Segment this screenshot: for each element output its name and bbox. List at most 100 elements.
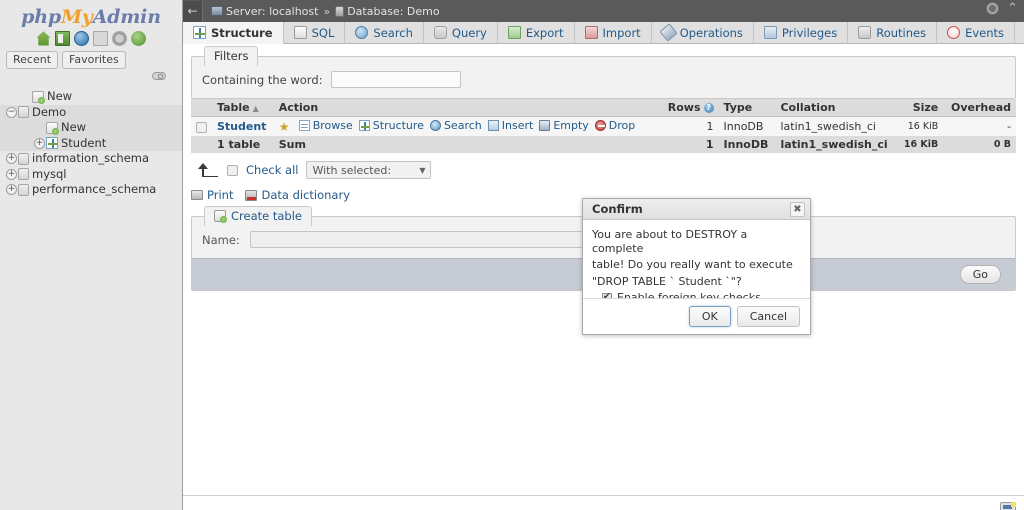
refresh-icon[interactable] — [131, 31, 146, 46]
collapse-icon[interactable]: − — [6, 106, 17, 118]
print-link[interactable]: Print — [191, 188, 233, 202]
header-table[interactable]: Table ▲ — [212, 99, 274, 117]
rows-help-icon[interactable]: ? — [703, 103, 714, 113]
query-icon — [433, 26, 447, 39]
with-selected-value: With selected: — [312, 163, 392, 177]
tree-item-label: Student — [61, 135, 107, 150]
globe-icon[interactable] — [74, 31, 89, 46]
row-checkbox[interactable] — [196, 121, 207, 133]
tree-item-label: information_schema — [32, 151, 150, 165]
table-row: Student ★ Browse Structure Search Insert Empty… — [191, 116, 1016, 137]
tab-import[interactable]: Import — [574, 22, 652, 43]
empty-icon — [539, 120, 551, 131]
action-label: Drop — [608, 119, 636, 132]
tab-query[interactable]: Query — [423, 22, 498, 43]
summary-overhead: 0 B — [993, 139, 1011, 150]
action-structure[interactable]: Structure — [358, 119, 424, 132]
confirm-message-line3: "DROP TABLE ` Student `"? — [592, 274, 742, 288]
tree-item-information_schema[interactable]: + information_schema — [0, 151, 182, 167]
new-item-icon — [32, 90, 45, 104]
home-icon[interactable] — [36, 31, 51, 46]
expand-icon[interactable]: + — [6, 184, 17, 196]
row-checkbox-cell — [191, 117, 212, 137]
table-name-cell[interactable]: Student — [212, 117, 274, 137]
tab-more[interactable]: More — [1015, 22, 1024, 43]
tree-item-new[interactable]: New — [0, 120, 182, 136]
recent-button[interactable]: Recent — [6, 51, 59, 69]
summary-type: InnoDB — [723, 138, 769, 151]
with-selected-dropdown[interactable]: With selected: ▼ — [306, 161, 432, 179]
tab-privileges[interactable]: Privileges — [753, 22, 849, 43]
containing-word-input[interactable] — [330, 71, 461, 88]
tree-item-new[interactable]: New — [0, 89, 182, 105]
sql-icon — [293, 26, 307, 39]
doc-icon[interactable] — [93, 31, 108, 46]
privileges-icon — [763, 26, 777, 39]
gear-icon[interactable] — [112, 31, 127, 46]
tree-item-label: performance_schema — [32, 182, 157, 196]
tab-events[interactable]: Events — [937, 22, 1016, 43]
expand-icon[interactable]: + — [34, 137, 45, 149]
tab-export[interactable]: Export — [497, 22, 575, 43]
console-icon[interactable] — [1000, 502, 1016, 510]
tables-list-body: Student ★ Browse Structure Search Insert Empty… — [191, 116, 1016, 153]
filters-body: Containing the word: — [192, 57, 1015, 98]
confirm-message-line1: You are about to DESTROY a complete — [592, 228, 748, 255]
action-insert[interactable]: Insert — [487, 119, 533, 132]
database-icon — [18, 168, 29, 181]
database-tree: New − Demo New + Student + information_schema + m… — [0, 89, 182, 198]
tab-label: Operations — [679, 25, 743, 40]
expand-icon[interactable]: + — [6, 153, 17, 165]
confirm-dialog-body: You are about to DESTROY a complete tabl… — [583, 220, 810, 309]
back-button[interactable]: ← — [183, 0, 203, 22]
search-icon — [429, 120, 441, 131]
phpmyadmin-app: phpMyAdmin Recent Favorites New − Demo New +… — [0, 0, 1024, 510]
exit-icon[interactable] — [55, 31, 70, 46]
action-browse[interactable]: Browse — [298, 119, 353, 132]
phpmyadmin-logo[interactable]: phpMyAdmin — [0, 0, 182, 28]
create-table-icon — [214, 210, 227, 223]
database-icon — [335, 5, 345, 17]
routines-icon — [858, 26, 872, 39]
action-drop[interactable]: Drop — [594, 119, 636, 132]
action-favorite[interactable]: ★ — [279, 121, 293, 133]
cancel-button[interactable]: Cancel — [736, 306, 800, 327]
check-all-checkbox[interactable] — [227, 164, 238, 176]
check-all-label[interactable]: Check all — [246, 163, 298, 177]
tab-routines[interactable]: Routines — [848, 22, 938, 43]
header-overhead: Overhead — [943, 99, 1016, 117]
favorites-button[interactable]: Favorites — [62, 51, 126, 69]
tree-item-performance_schema[interactable]: + performance_schema — [0, 182, 182, 198]
tab-operations[interactable]: Operations — [651, 22, 754, 43]
tree-item-student[interactable]: + Student — [0, 135, 182, 151]
breadcrumb-server[interactable]: Server: localhost — [226, 5, 318, 18]
collapse-icon[interactable]: ⌃ — [1007, 2, 1018, 15]
confirm-dialog-titlebar[interactable]: Confirm ✖ — [583, 199, 810, 220]
action-search[interactable]: Search — [429, 119, 482, 132]
summary-spacer — [191, 136, 212, 153]
close-icon[interactable]: ✖ — [790, 201, 805, 217]
breadcrumb-database[interactable]: Database: Demo — [347, 5, 439, 18]
tab-structure[interactable]: Structure — [183, 22, 284, 44]
settings-gear-icon[interactable] — [986, 2, 1000, 15]
tree-item-demo[interactable]: − Demo — [0, 104, 182, 120]
tree-item-mysql[interactable]: + mysql — [0, 167, 182, 183]
link-icon[interactable] — [152, 72, 166, 80]
header-rows: Rows? — [660, 99, 719, 117]
data-dictionary-link[interactable]: Data dictionary — [245, 188, 350, 202]
action-empty[interactable]: Empty — [539, 119, 589, 132]
tab-sql[interactable]: SQL — [283, 22, 346, 43]
confirm-dialog: Confirm ✖ You are about to DESTROY a com… — [582, 198, 811, 335]
print-label: Print — [207, 188, 234, 202]
tree-item-label: mysql — [32, 166, 67, 181]
create-table-legend[interactable]: Create table — [204, 206, 312, 226]
confirm-dialog-title: Confirm — [592, 202, 643, 216]
go-button[interactable]: Go — [959, 265, 1001, 284]
breadcrumb-bar: ← Server: localhost » Database: Demo ⌃ — [183, 0, 1024, 22]
ok-button[interactable]: OK — [688, 306, 731, 327]
expand-icon[interactable]: + — [6, 168, 17, 180]
bottom-divider — [183, 495, 1024, 496]
navigation-sidebar: phpMyAdmin Recent Favorites New − Demo New +… — [0, 0, 183, 510]
tab-search[interactable]: Search — [345, 22, 424, 43]
summary-label: 1 table — [217, 138, 261, 151]
